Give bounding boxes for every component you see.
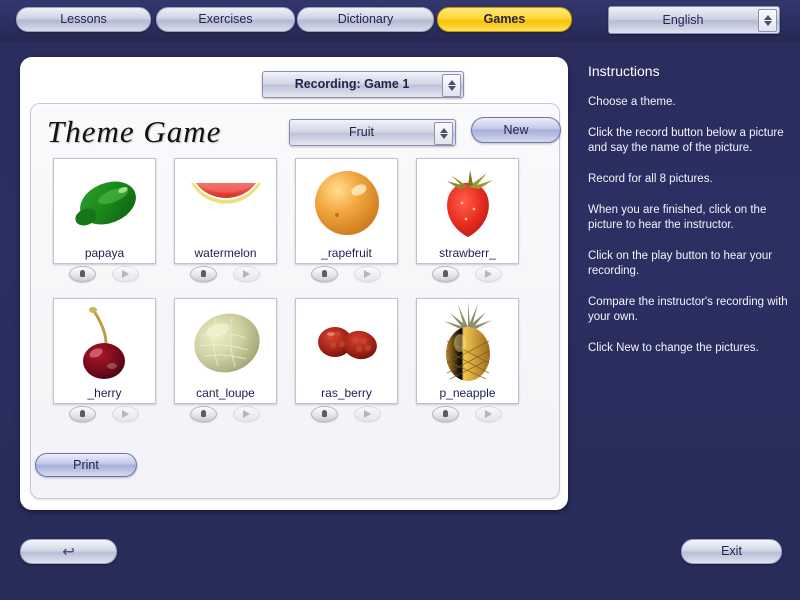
picture-controls bbox=[53, 266, 154, 288]
play-button[interactable] bbox=[111, 406, 139, 422]
picture-cell-cherry: _herry bbox=[53, 298, 156, 422]
theme-game-box: Theme Game Fruit New papaya watermelon _… bbox=[30, 103, 561, 499]
picture-cell-grapefruit: _rapefruit bbox=[295, 158, 398, 282]
picture-caption: _herry bbox=[87, 386, 122, 400]
theme-stepper-icon[interactable] bbox=[434, 122, 453, 145]
record-button[interactable] bbox=[189, 406, 217, 422]
language-select[interactable]: English bbox=[608, 6, 780, 34]
cherry-image bbox=[54, 301, 155, 383]
papaya-image bbox=[54, 161, 155, 243]
instruction-line: Click New to change the pictures. bbox=[588, 342, 759, 354]
picture-grid: papaya watermelon _rapefruit strawberr_ … bbox=[53, 158, 543, 438]
language-stepper-icon[interactable] bbox=[758, 9, 777, 32]
record-button[interactable] bbox=[431, 266, 459, 282]
picture-caption: p_neapple bbox=[439, 386, 496, 400]
picture-caption: watermelon bbox=[194, 246, 257, 260]
instruction-line: When you are finished, click on the pict… bbox=[588, 204, 767, 231]
tab-exercises[interactable]: Exercises bbox=[156, 7, 295, 32]
picture-cell-watermelon: watermelon bbox=[174, 158, 277, 282]
play-button[interactable] bbox=[474, 266, 502, 282]
instruction-line: Click on the play button to hear your re… bbox=[588, 250, 773, 277]
picture-card[interactable]: watermelon bbox=[174, 158, 277, 264]
picture-controls bbox=[53, 406, 154, 428]
instructions-panel: Instructions Choose a theme. Click the r… bbox=[588, 63, 793, 372]
record-button[interactable] bbox=[310, 266, 338, 282]
picture-card[interactable]: ras_berry bbox=[295, 298, 398, 404]
instruction-line: Click the record button below a picture … bbox=[588, 127, 784, 154]
picture-caption: ras_berry bbox=[321, 386, 372, 400]
recording-select[interactable]: Recording: Game 1 bbox=[262, 71, 464, 98]
record-button[interactable] bbox=[68, 406, 96, 422]
picture-row: _herry cant_loupe ras_berry p_neapple bbox=[53, 298, 543, 438]
picture-controls bbox=[295, 266, 396, 288]
picture-cell-strawberry: strawberr_ bbox=[416, 158, 519, 282]
picture-caption: cant_loupe bbox=[196, 386, 255, 400]
game-title: Theme Game bbox=[47, 114, 222, 149]
picture-controls bbox=[174, 266, 275, 288]
cantaloupe-image bbox=[175, 301, 276, 383]
picture-controls bbox=[416, 406, 517, 428]
back-button[interactable]: ↩ bbox=[20, 539, 117, 564]
picture-card[interactable]: _rapefruit bbox=[295, 158, 398, 264]
picture-caption: _rapefruit bbox=[321, 246, 372, 260]
grapefruit-image bbox=[296, 161, 397, 243]
pineapple-image bbox=[417, 301, 518, 383]
instruction-line: Choose a theme. bbox=[588, 96, 676, 108]
play-button[interactable] bbox=[353, 406, 381, 422]
picture-controls bbox=[416, 266, 517, 288]
tab-lessons[interactable]: Lessons bbox=[16, 7, 151, 32]
theme-select-label: Fruit bbox=[349, 125, 374, 139]
play-button[interactable] bbox=[353, 266, 381, 282]
picture-cell-cantaloupe: cant_loupe bbox=[174, 298, 277, 422]
play-button[interactable] bbox=[474, 406, 502, 422]
picture-card[interactable]: p_neapple bbox=[416, 298, 519, 404]
new-button[interactable]: New bbox=[471, 117, 561, 143]
theme-select[interactable]: Fruit bbox=[289, 119, 456, 146]
picture-card[interactable]: cant_loupe bbox=[174, 298, 277, 404]
play-button[interactable] bbox=[232, 266, 260, 282]
game-panel: Recording: Game 1 Theme Game Fruit New p… bbox=[20, 57, 568, 510]
language-select-label: English bbox=[662, 13, 704, 27]
picture-card[interactable]: papaya bbox=[53, 158, 156, 264]
instruction-line: Compare the instructor's recording with … bbox=[588, 296, 788, 323]
record-button[interactable] bbox=[189, 266, 217, 282]
exit-button[interactable]: Exit bbox=[681, 539, 782, 564]
picture-caption: papaya bbox=[84, 246, 125, 260]
app-window: Lessons Exercises Dictionary Games Engli… bbox=[0, 0, 800, 600]
record-button[interactable] bbox=[431, 406, 459, 422]
record-button[interactable] bbox=[310, 406, 338, 422]
raspberry-image bbox=[296, 301, 397, 383]
play-button[interactable] bbox=[232, 406, 260, 422]
return-arrow-icon: ↩ bbox=[62, 543, 75, 560]
recording-select-label: Recording: Game 1 bbox=[294, 77, 410, 91]
tab-games[interactable]: Games bbox=[437, 7, 572, 32]
picture-card[interactable]: strawberr_ bbox=[416, 158, 519, 264]
recording-stepper-icon[interactable] bbox=[442, 74, 461, 97]
watermelon-image bbox=[175, 161, 276, 243]
picture-cell-raspberry: ras_berry bbox=[295, 298, 398, 422]
record-button[interactable] bbox=[68, 266, 96, 282]
print-button[interactable]: Print bbox=[35, 453, 137, 477]
tab-dictionary[interactable]: Dictionary bbox=[297, 7, 434, 32]
top-navigation-bar: Lessons Exercises Dictionary Games Engli… bbox=[0, 0, 800, 42]
play-button[interactable] bbox=[111, 266, 139, 282]
picture-cell-pineapple: p_neapple bbox=[416, 298, 519, 422]
picture-controls bbox=[295, 406, 396, 428]
picture-caption: strawberr_ bbox=[439, 246, 496, 260]
instructions-heading: Instructions bbox=[588, 63, 660, 79]
strawberry-image bbox=[417, 161, 518, 243]
instruction-line: Record for all 8 pictures. bbox=[588, 173, 713, 185]
picture-row: papaya watermelon _rapefruit strawberr_ bbox=[53, 158, 543, 298]
picture-card[interactable]: _herry bbox=[53, 298, 156, 404]
picture-cell-papaya: papaya bbox=[53, 158, 156, 282]
picture-controls bbox=[174, 406, 275, 428]
